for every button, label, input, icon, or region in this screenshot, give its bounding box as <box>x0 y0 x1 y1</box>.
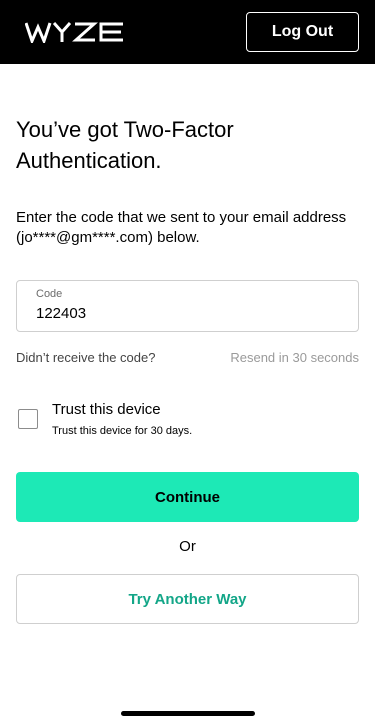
didnt-receive-text: Didn’t receive the code? <box>16 350 156 365</box>
code-field[interactable]: Code <box>16 280 359 332</box>
home-indicator[interactable] <box>121 711 255 716</box>
trust-device-label: Trust this device <box>52 401 161 418</box>
wyze-logo-mark <box>25 22 123 43</box>
code-field-label: Code <box>36 288 63 300</box>
continue-button[interactable]: Continue <box>16 472 359 522</box>
code-input[interactable] <box>36 305 336 322</box>
logout-button[interactable]: Log Out <box>246 12 359 52</box>
try-another-way-button[interactable]: Try Another Way <box>16 574 359 624</box>
trust-device-checkbox[interactable] <box>18 409 38 429</box>
wyze-logo <box>25 15 125 49</box>
resend-row: Didn’t receive the code? Resend in 30 se… <box>16 350 359 368</box>
page-title: You’ve got Two-Factor Authentication. <box>16 117 234 173</box>
resend-countdown: Resend in 30 seconds <box>230 350 359 365</box>
trust-device-sublabel: Trust this device for 30 days. <box>52 425 193 437</box>
or-divider-text: Or <box>179 538 196 555</box>
app-header: Log Out <box>0 0 375 64</box>
trust-device-row[interactable]: Trust this device Trust this device for … <box>16 398 359 442</box>
instructions-text: Enter the code that we sent to your emai… <box>16 209 347 246</box>
